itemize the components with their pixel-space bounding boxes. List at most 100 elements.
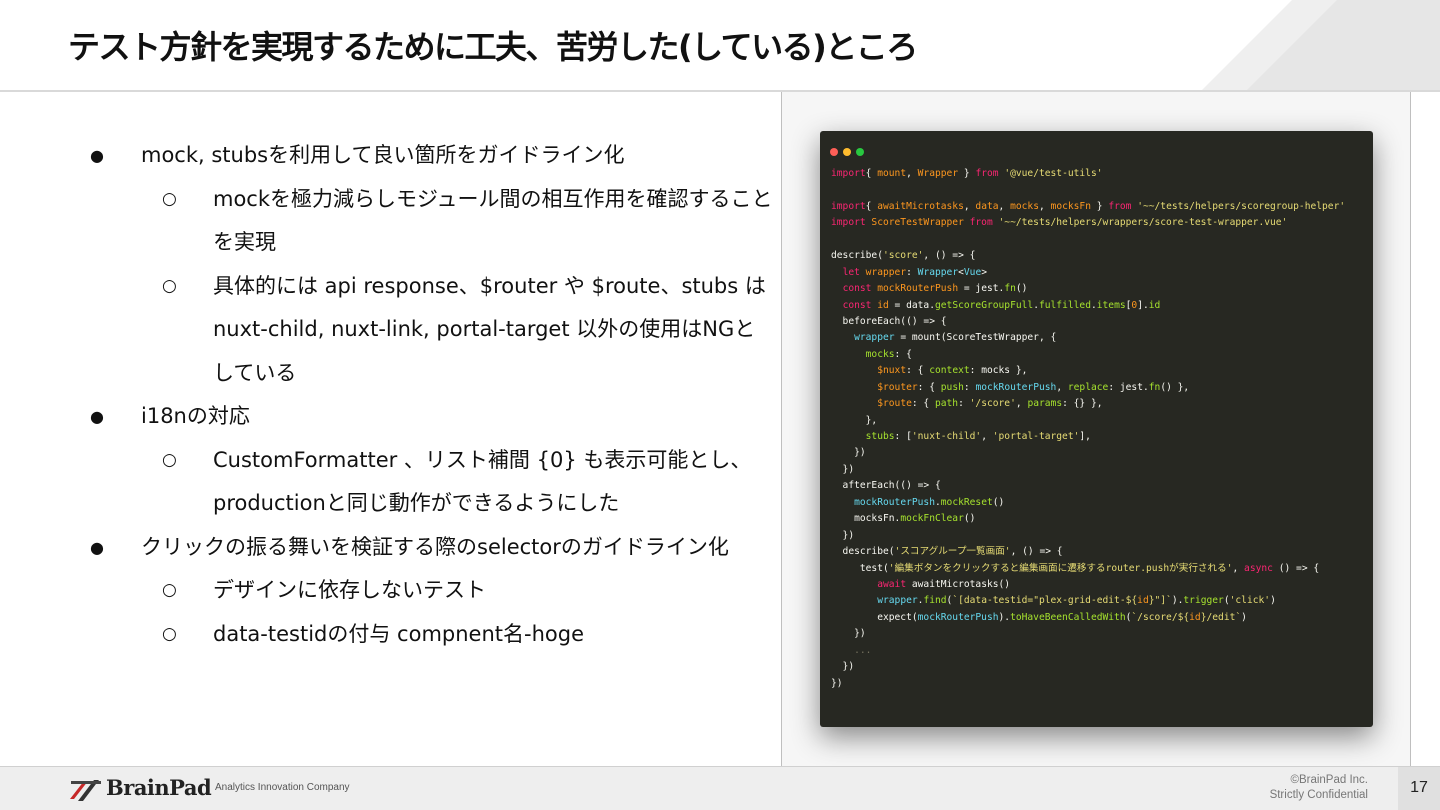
code-token: 'スコアグループ一覧画面' xyxy=(894,546,1011,558)
slide-header: テスト方針を実現するために工夫、苦労した(している)ところ xyxy=(0,0,1440,92)
code-token: () xyxy=(963,513,976,525)
code-line: mockRouterPush.mockReset() xyxy=(831,495,1369,511)
logo-text: BrainPad xyxy=(106,775,212,800)
slide-title: テスト方針を実現するために工夫、苦労した(している)ところ xyxy=(68,28,918,66)
code-block: import{ mount, Wrapper } from '@vue/test… xyxy=(831,166,1369,692)
code-token: items xyxy=(1096,299,1126,311)
code-token: ) xyxy=(1241,611,1247,623)
code-token: }, xyxy=(831,414,878,426)
code-token: 'score' xyxy=(882,250,924,262)
code-token: expect( xyxy=(831,611,918,623)
code-token: }) xyxy=(831,447,866,459)
bullet-circle-icon: ○ xyxy=(162,188,177,209)
code-token: = mount(ScoreTestWrapper, { xyxy=(894,332,1057,344)
code-token: import xyxy=(831,200,866,212)
code-token: , xyxy=(963,200,976,212)
code-token: const xyxy=(842,299,872,311)
code-screenshot: import{ mount, Wrapper } from '@vue/test… xyxy=(820,131,1373,727)
code-token: : jest. xyxy=(1108,381,1149,393)
panel-divider xyxy=(781,92,782,766)
code-token: fn xyxy=(1004,283,1016,295)
panel-divider-right xyxy=(1410,92,1411,766)
code-token: { xyxy=(865,168,878,179)
code-line: }) xyxy=(831,659,1369,675)
maximize-dot-icon xyxy=(856,148,864,156)
code-token: ScoreTestWrapper xyxy=(865,217,964,229)
code-token: , xyxy=(981,431,993,442)
code-token: mockRouterPush xyxy=(854,496,935,508)
code-token: '編集ボタンをクリックすると編集画面に遷移するrouter.pushが実行される… xyxy=(888,562,1233,574)
bullet-text: data-testidの付与 compnent名-hoge xyxy=(213,621,584,646)
code-token: $nuxt xyxy=(877,365,907,377)
code-token: `/score/${ xyxy=(1131,611,1190,623)
code-token: replace xyxy=(1067,381,1109,393)
code-token: , xyxy=(1056,381,1068,393)
code-token: : { xyxy=(911,398,935,410)
code-token: } xyxy=(958,168,976,179)
copyright-block: ©BrainPad Inc. Strictly Confidential xyxy=(1270,773,1368,803)
code-line: $router: { push: mockRouterPush, replace… xyxy=(831,380,1369,396)
code-token: path xyxy=(934,398,959,410)
confidential-text: Strictly Confidential xyxy=(1269,789,1368,801)
bullet-text: 具体的には api response、$router や $route、stub… xyxy=(213,273,766,385)
logo-mark-icon xyxy=(70,780,101,801)
code-line: }) xyxy=(831,445,1369,461)
code-token: $router xyxy=(877,381,918,393)
sub-bullet-item: ○ mockを極力減らしモジュール間の相互作用を確認することを実現 xyxy=(90,178,780,265)
code-line: let wrapper: Wrapper<Vue> xyxy=(831,265,1369,281)
code-token: : { xyxy=(917,381,941,393)
code-token: mocks xyxy=(865,348,895,360)
code-token: awaitMicrotasks() xyxy=(906,578,1011,590)
code-token: mocksFn. xyxy=(831,513,901,525)
bullet-dot-icon: ● xyxy=(90,407,104,426)
code-token: () xyxy=(992,496,1005,508)
code-token: ). xyxy=(1171,595,1184,607)
code-token: toHaveBeenCalledWith xyxy=(1010,611,1126,623)
code-token: : mocks }, xyxy=(969,365,1028,377)
code-token: mocks xyxy=(1010,200,1039,212)
code-line: }, xyxy=(831,413,1369,429)
code-token: '~~/tests/helpers/scoregroup-helper' xyxy=(1131,200,1346,212)
bullet-circle-icon: ○ xyxy=(162,623,177,644)
code-token: Wrapper xyxy=(917,168,959,179)
code-token: let xyxy=(842,266,860,278)
code-token: mockRouterPush xyxy=(917,611,999,623)
code-line: $nuxt: { context: mocks }, xyxy=(831,363,1369,379)
code-line: wrapper = mount(ScoreTestWrapper, { xyxy=(831,330,1369,346)
code-line: ... xyxy=(831,643,1369,659)
page-number: 17 xyxy=(1398,767,1440,810)
code-token: getScoreGroupFull xyxy=(935,299,1034,311)
sub-bullet-item: ○ デザインに依存しないテスト xyxy=(90,569,780,613)
bullet-text: クリックの振る舞いを検証する際のselectorのガイドライン化 xyxy=(141,534,729,559)
code-line: describe('スコアグループ一覧画面', () => { xyxy=(831,544,1369,560)
code-token: : {} }, xyxy=(1062,398,1103,410)
code-token: > xyxy=(981,266,987,278)
code-token: , () => { xyxy=(923,250,976,262)
sub-bullet-item: ○ data-testidの付与 compnent名-hoge xyxy=(90,613,780,657)
code-token: ) xyxy=(1270,595,1276,607)
code-token: from xyxy=(1108,200,1132,212)
code-token: test( xyxy=(831,562,889,574)
code-line: }) xyxy=(831,462,1369,478)
code-line: }) xyxy=(831,528,1369,544)
code-token: wrapper xyxy=(877,595,918,607)
window-controls xyxy=(830,141,869,156)
code-token: }) xyxy=(831,463,855,475)
code-token: '/score' xyxy=(969,398,1016,410)
code-token: }/edit` xyxy=(1200,611,1242,623)
copyright-text: ©BrainPad Inc. xyxy=(1290,774,1368,786)
code-token: = data. xyxy=(888,299,935,311)
sub-bullet-item: ○ 具体的には api response、$router や $route、stu… xyxy=(90,265,780,396)
code-token: }) xyxy=(831,677,843,689)
code-token: () => { xyxy=(1272,562,1320,574)
code-token: mocksFn xyxy=(1050,200,1091,212)
